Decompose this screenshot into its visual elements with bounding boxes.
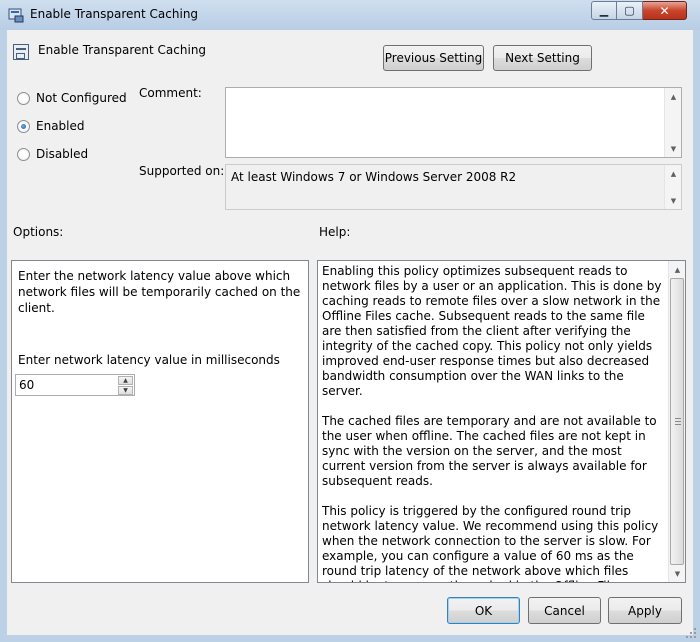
minimize-button[interactable]: ▁ [591, 1, 617, 20]
radio-circle-disabled[interactable] [17, 147, 30, 161]
scroll-up-icon[interactable]: ▲ [669, 261, 685, 278]
options-description: Enter the network latency value above wh… [18, 269, 301, 315]
help-scrollbar[interactable]: ▲ ▼ [668, 261, 685, 582]
options-panel: Enter the network latency value above wh… [11, 260, 309, 583]
setting-title: Enable Transparent Caching [38, 43, 207, 57]
apply-label: Apply [628, 603, 662, 618]
policy-window-icon [8, 8, 24, 23]
previous-setting-button[interactable]: Previous Setting [383, 45, 484, 71]
comment-scrollbar[interactable]: ▲ ▼ [664, 88, 681, 157]
options-heading: Options: [13, 225, 64, 239]
help-panel: Enabling this policy optimizes subsequen… [317, 260, 686, 583]
radio-not-configured[interactable]: Not Configured [17, 91, 127, 105]
help-scroll-thumb[interactable] [670, 278, 684, 565]
ok-label: OK [474, 603, 493, 618]
previous-setting-label: Previous Setting [384, 51, 483, 65]
comment-label: Comment: [139, 86, 202, 100]
cancel-button[interactable]: Cancel [528, 597, 601, 624]
supported-on-label: Supported on: [139, 164, 225, 178]
maximize-button[interactable]: ▢ [617, 1, 643, 20]
close-button[interactable]: ✕ [643, 1, 687, 20]
help-heading: Help: [319, 225, 351, 239]
scroll-down-icon[interactable]: ▼ [665, 140, 682, 157]
minimize-icon: ▁ [599, 4, 609, 17]
supported-scrollbar[interactable]: ▲ ▼ [664, 165, 681, 209]
supported-on-field: At least Windows 7 or Windows Server 200… [225, 164, 682, 210]
next-setting-label: Next Setting [505, 51, 580, 65]
cancel-label: Cancel [544, 603, 585, 618]
spin-up-icon[interactable]: ▲ [118, 376, 133, 385]
window-title: Enable Transparent Caching [30, 7, 199, 21]
comment-textarea[interactable]: ▲ ▼ [225, 87, 682, 158]
setting-icon [13, 44, 29, 60]
radio-label-disabled: Disabled [36, 147, 89, 161]
maximize-icon: ▢ [624, 4, 635, 17]
scroll-up-icon[interactable]: ▲ [665, 165, 682, 182]
radio-label-enabled: Enabled [36, 119, 85, 133]
spin-down-icon[interactable]: ▼ [118, 386, 133, 395]
latency-value: 60 [19, 378, 35, 392]
latency-label: Enter network latency value in milliseco… [18, 353, 280, 367]
radio-enabled[interactable]: Enabled [17, 119, 85, 133]
radio-circle-not-configured[interactable] [17, 91, 30, 105]
help-text: Enabling this policy optimizes subsequen… [322, 264, 662, 582]
scroll-down-icon[interactable]: ▼ [665, 192, 682, 209]
ok-button[interactable]: OK [447, 597, 520, 624]
next-setting-button[interactable]: Next Setting [493, 45, 592, 71]
scroll-down-icon[interactable]: ▼ [669, 565, 685, 582]
apply-button[interactable]: Apply [608, 597, 682, 624]
close-icon: ✕ [659, 3, 670, 18]
resize-grip-icon[interactable] [685, 627, 697, 639]
scroll-up-icon[interactable]: ▲ [665, 88, 682, 105]
radio-disabled[interactable]: Disabled [17, 147, 88, 161]
latency-spinbox[interactable]: 60 ▲ ▼ [15, 374, 135, 396]
radio-circle-enabled[interactable] [17, 119, 30, 133]
supported-on-value: At least Windows 7 or Windows Server 200… [231, 170, 517, 184]
radio-label-not-configured: Not Configured [36, 91, 127, 105]
